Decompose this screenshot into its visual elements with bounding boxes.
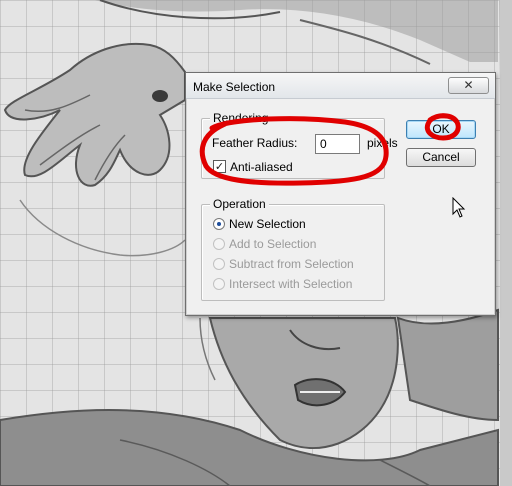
new-selection-radio[interactable] (213, 218, 225, 230)
feather-radius-label: Feather Radius: (212, 136, 298, 150)
radio-selected-dot (217, 222, 221, 226)
subtract-from-selection-label[interactable]: Subtract from Selection (229, 257, 354, 271)
close-button[interactable]: ✕ (448, 77, 489, 94)
operation-group: Operation New Selection Add to Selection… (201, 197, 385, 301)
operation-legend: Operation (210, 197, 269, 211)
new-selection-label[interactable]: New Selection (229, 217, 306, 231)
intersect-with-selection-label[interactable]: Intersect with Selection (229, 277, 352, 291)
feather-radius-input[interactable] (315, 134, 360, 154)
add-to-selection-radio[interactable] (213, 238, 225, 250)
ok-button[interactable]: OK (406, 120, 476, 139)
close-icon: ✕ (463, 78, 474, 92)
subtract-from-selection-radio[interactable] (213, 258, 225, 270)
add-to-selection-label[interactable]: Add to Selection (229, 237, 316, 251)
rendering-group: Rendering Feather Radius: pixels ✓ Anti-… (201, 111, 398, 179)
antialiased-checkbox[interactable]: ✓ (213, 160, 226, 173)
mouse-pointer-icon (452, 197, 466, 218)
make-selection-dialog: Make Selection ✕ Rendering Feather Radiu… (185, 72, 496, 316)
intersect-with-selection-radio[interactable] (213, 278, 225, 290)
antialiased-label[interactable]: Anti-aliased (230, 160, 293, 174)
feather-unit-label: pixels (367, 136, 398, 150)
checkmark-icon: ✓ (214, 160, 225, 173)
rendering-legend: Rendering (210, 111, 272, 125)
dialog-title: Make Selection (193, 80, 276, 94)
dialog-titlebar[interactable]: Make Selection ✕ (186, 73, 495, 99)
cancel-button[interactable]: Cancel (406, 148, 476, 167)
